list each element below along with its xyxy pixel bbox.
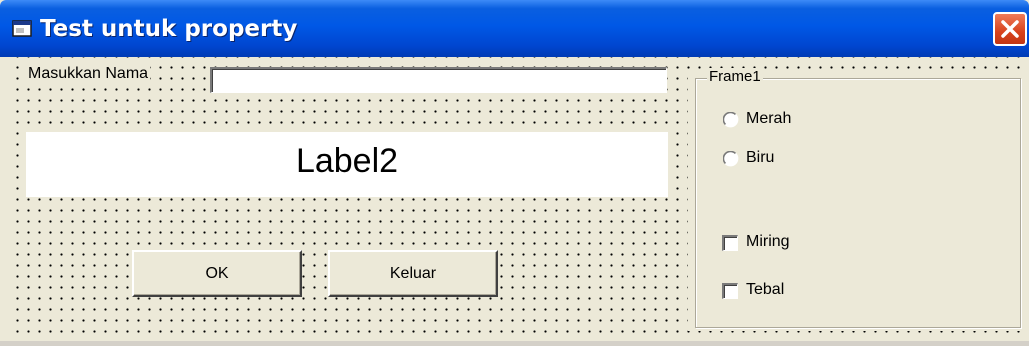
radio-biru[interactable]: [723, 151, 739, 167]
window-bottom-edge: [0, 341, 1029, 346]
frame-group: [695, 78, 1021, 328]
radio-merah-label[interactable]: Merah: [746, 110, 791, 128]
app-window: Test untuk property Masukkan Nama Label2…: [0, 0, 1029, 346]
frame-title: Frame1: [707, 68, 763, 85]
window-title: Test untuk property: [40, 16, 298, 42]
radio-biru-label[interactable]: Biru: [746, 149, 774, 167]
radio-merah[interactable]: [723, 112, 739, 128]
display-label: Label2: [26, 132, 668, 197]
checkbox-tebal-label[interactable]: Tebal: [746, 281, 784, 299]
ok-button[interactable]: OK: [132, 250, 302, 297]
exit-button[interactable]: Keluar: [328, 250, 498, 297]
name-label: Masukkan Nama: [26, 65, 151, 83]
close-icon: [1001, 20, 1019, 38]
close-button[interactable]: [993, 12, 1027, 46]
form-icon: [12, 20, 32, 37]
display-label-text: Label2: [295, 142, 399, 180]
checkbox-tebal[interactable]: [722, 283, 738, 299]
title-bar[interactable]: Test untuk property: [0, 0, 1029, 57]
checkbox-miring-label[interactable]: Miring: [746, 233, 790, 251]
checkbox-miring[interactable]: [722, 235, 738, 251]
name-input[interactable]: [210, 67, 667, 93]
